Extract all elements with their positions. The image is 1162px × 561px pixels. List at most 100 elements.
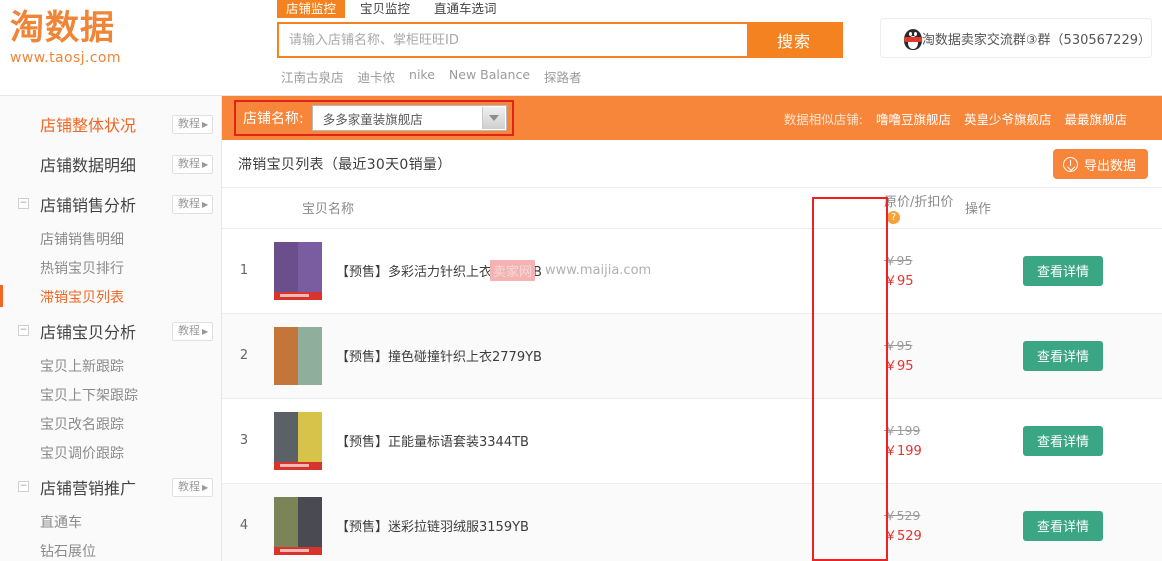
row-index: 2 [222,313,266,399]
original-price: ￥199 [884,422,921,438]
product-name-text: 多彩活力针织上衣2764YB [388,265,542,280]
collapse-toggle-icon[interactable]: − [18,325,29,336]
qq-group-text: 淘数据卖家交流群③群（530567229） [921,32,1151,48]
view-detail-button[interactable]: 查看详情 [1023,425,1103,456]
sidebar-group-sales-analysis[interactable]: − 店铺销售分析 教程 ▶ [0,184,221,224]
discount-price: ￥95 [884,273,914,289]
shop-name-select[interactable]: 多多家童装旗舰店 [311,105,507,131]
sidebar-group-shop-overview[interactable]: 店铺整体状况 教程 ▶ [0,104,221,144]
product-name[interactable]: 【预售】正能量标语套装3344TB [336,431,529,450]
site-logo[interactable]: 淘数据 www.taosj.com [10,8,160,67]
sidebar-item-zuanzhan[interactable]: 钻石展位 [0,536,221,561]
search-button[interactable]: 搜索 [747,24,841,56]
collapse-toggle-icon[interactable]: − [18,481,29,492]
export-data-button[interactable]: 导出数据 [1052,149,1148,179]
product-name[interactable]: 【预售】多彩活力针织上衣2764YB 卖家网 www.maijia.com [336,260,651,281]
collapse-toggle-icon[interactable]: − [18,198,29,209]
sidebar-group-label: 店铺销售分析 [40,196,137,215]
hot-keyword-3[interactable]: New Balance [449,67,530,86]
similar-shop-2[interactable]: 最最旗舰店 [1064,109,1127,128]
qq-penguin-icon [903,26,922,50]
page-body: 店铺整体状况 教程 ▶ 店铺数据明细 教程 ▶ − 店铺销售分析 教程 ▶ 店铺销售明… [0,96,1162,561]
view-detail-button[interactable]: 查看详情 [1023,510,1103,541]
tutorial-badge[interactable]: 教程 ▶ [172,115,214,134]
hot-keyword-0[interactable]: 江南古泉店 [281,67,344,86]
table-row: 2 【预售】撞色碰撞针织上衣2779YB ￥95 ￥95 查看详情 [222,313,1162,399]
tutorial-badge[interactable]: 教程 ▶ [172,478,214,497]
row-action: 查看详情 [964,313,1162,399]
product-name-text: 撞色碰撞针织上衣2779YB [388,350,542,365]
table-row: 1 【预售】多彩活力针织上衣2764YB 卖家网 www.maijia.com [222,228,1162,314]
search-row: 搜索 [277,22,843,58]
slow-moving-items-table: 宝贝名称 原价/折扣价? 操作 1 【预售】多彩活力针织上衣2764YB 卖家网… [222,188,1162,561]
discount-price: ￥199 [884,443,922,459]
hot-keyword-2[interactable]: nike [409,67,435,86]
tutorial-badge[interactable]: 教程 ▶ [172,322,214,341]
sidebar: 店铺整体状况 教程 ▶ 店铺数据明细 教程 ▶ − 店铺销售分析 教程 ▶ 店铺销售明… [0,96,222,561]
chevron-down-icon[interactable] [481,107,505,129]
sidebar-item-rename-tracking[interactable]: 宝贝改名跟踪 [0,409,221,438]
sidebar-item-ztc[interactable]: 直通车 [0,507,221,536]
discount-price: ￥95 [884,358,914,374]
column-price-label: 原价/折扣价 [884,194,954,210]
search-zone: 店铺监控 宝贝监控 直通车选词 搜索 江南古泉店 迪卡侬 nike New Ba… [277,0,843,86]
product-name-prefix: 【预售】 [336,520,389,535]
row-index: 4 [222,483,266,561]
shop-selector-bar: 店铺名称: 多多家童装旗舰店 数据相似店铺: 噜噜豆旗舰店 英皇少爷旗舰店 最最… [222,96,1162,140]
tab-shop-monitor[interactable]: 店铺监控 [277,0,346,18]
sidebar-group-item-analysis[interactable]: − 店铺宝贝分析 教程 ▶ [0,311,221,351]
row-item: 【预售】迷彩拉链羽绒服3159YB [266,483,880,561]
shop-name-value: 多多家童装旗舰店 [322,111,423,127]
export-button-label: 导出数据 [1083,158,1136,174]
main-content: 店铺名称: 多多家童装旗舰店 数据相似店铺: 噜噜豆旗舰店 英皇少爷旗舰店 最最… [222,96,1162,561]
hot-keyword-4[interactable]: 探路者 [544,67,582,86]
similar-shop-1[interactable]: 英皇少爷旗舰店 [964,109,1052,128]
tab-item-monitor[interactable]: 宝贝监控 [351,0,419,18]
tutorial-badge[interactable]: 教程 ▶ [172,195,214,214]
sidebar-item-hot-items[interactable]: 热销宝贝排行 [0,253,221,282]
sidebar-group-marketing[interactable]: − 店铺营销推广 教程 ▶ [0,467,221,507]
column-index [222,188,266,229]
original-price: ￥95 [884,337,913,353]
row-price: ￥95 ￥95 [880,313,964,399]
product-name[interactable]: 【预售】迷彩拉链羽绒服3159YB [336,516,529,535]
top-header: 淘数据 www.taosj.com 店铺监控 宝贝监控 直通车选词 搜索 江南古… [0,0,1162,96]
product-thumbnail[interactable] [274,496,322,555]
tutorial-badge[interactable]: 教程 ▶ [172,155,214,174]
view-detail-button[interactable]: 查看详情 [1023,340,1103,371]
sidebar-group-label: 店铺宝贝分析 [40,323,137,342]
download-icon [1062,156,1078,172]
sidebar-group-shop-data-detail[interactable]: 店铺数据明细 教程 ▶ [0,144,221,184]
row-item: 【预售】多彩活力针织上衣2764YB 卖家网 www.maijia.com [266,228,880,314]
product-name-prefix: 【预售】 [336,265,389,280]
sidebar-item-slow-moving-items[interactable]: 滞销宝贝列表 [0,282,221,311]
sidebar-item-price-change-tracking[interactable]: 宝贝调价跟踪 [0,438,221,467]
hot-keyword-1[interactable]: 迪卡侬 [358,67,396,86]
similar-shop-0[interactable]: 噜噜豆旗舰店 [876,109,951,128]
shop-name-selector-group: 店铺名称: 多多家童装旗舰店 [234,100,514,136]
table-row: 4 【预售】迷彩拉链羽绒服3159YB ￥529 ￥529 查看详情 [222,483,1162,561]
row-item: 【预售】撞色碰撞针织上衣2779YB [266,313,880,399]
qq-group-badge[interactable]: 淘数据卖家交流群③群（530567229） [880,18,1152,58]
row-action: 查看详情 [964,398,1162,484]
product-thumbnail[interactable] [274,326,322,385]
sidebar-group-label: 店铺营销推广 [40,479,137,498]
product-name-prefix: 【预售】 [336,435,389,450]
sidebar-item-shelf-tracking[interactable]: 宝贝上下架跟踪 [0,380,221,409]
question-mark-icon[interactable]: ? [887,210,900,224]
sidebar-item-sales-detail[interactable]: 店铺销售明细 [0,224,221,253]
view-detail-button[interactable]: 查看详情 [1023,255,1103,286]
search-input[interactable] [279,24,747,56]
tab-ztc-keyword[interactable]: 直通车选词 [425,0,506,18]
discount-price: ￥529 [884,528,922,544]
watermark-url: www.maijia.com [545,263,652,278]
sidebar-item-new-item-tracking[interactable]: 宝贝上新跟踪 [0,351,221,380]
search-tabs: 店铺监控 宝贝监控 直通车选词 [277,0,843,18]
product-thumbnail[interactable] [274,241,322,300]
product-thumbnail[interactable] [274,411,322,470]
row-price: ￥95 ￥95 [880,228,964,314]
similar-shops: 数据相似店铺: 噜噜豆旗舰店 英皇少爷旗舰店 最最旗舰店 [784,109,1127,128]
row-action: 查看详情 [964,483,1162,561]
row-index: 3 [222,398,266,484]
product-name[interactable]: 【预售】撞色碰撞针织上衣2779YB [336,346,542,365]
